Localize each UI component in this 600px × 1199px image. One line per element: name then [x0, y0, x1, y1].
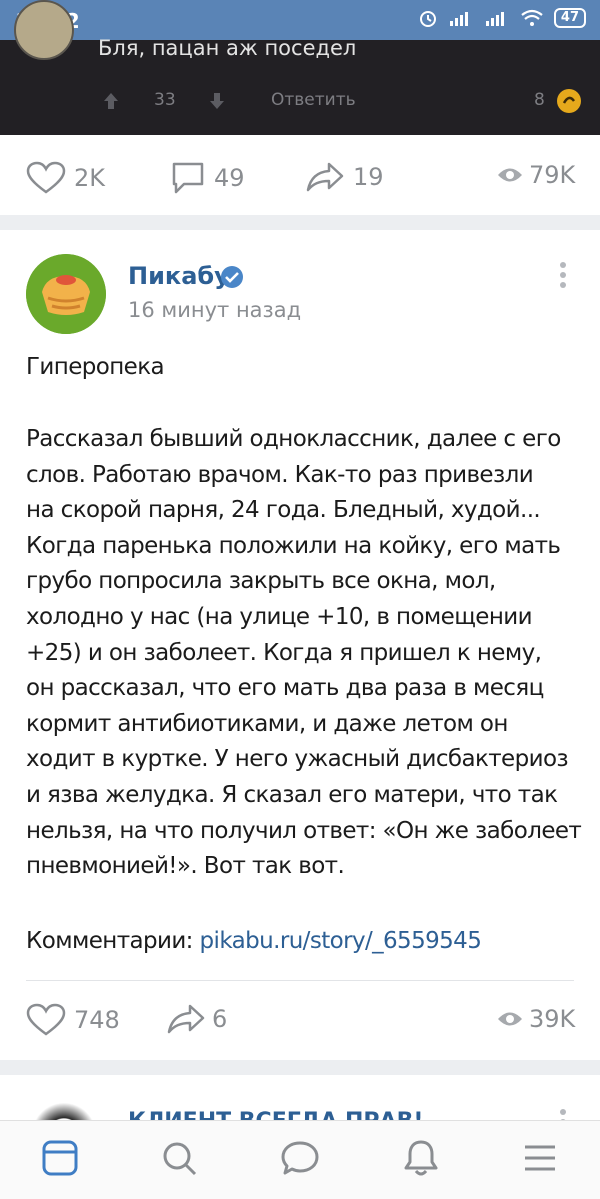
share-count: 19 [353, 163, 384, 191]
menu-icon [525, 1145, 556, 1170]
post-line: на скорой парня, 24 года. Бледный, худой… [26, 497, 541, 524]
dot-icon [560, 262, 566, 268]
wifi-icon [521, 9, 543, 26]
views-count: 79K [529, 161, 576, 189]
pikabu-logo-icon [26, 254, 106, 334]
arrow-down-icon [210, 93, 224, 109]
post-line: и язва желудка. Я сказал его матери, что… [26, 781, 558, 808]
nav-news[interactable] [41, 1139, 79, 1182]
comments-link[interactable]: pikabu.ru/story/_6559545 [200, 928, 482, 954]
post-title: Гиперопека [26, 354, 165, 380]
dot-icon [560, 272, 566, 278]
post-line: Рассказал бывший одноклассник, далее с е… [26, 426, 561, 452]
bottom-navigation [0, 1120, 600, 1199]
dot-icon [560, 282, 566, 288]
status-bar: 20:02 47 [0, 0, 600, 40]
pikabu-award-icon [557, 89, 581, 113]
more-options-button[interactable] [560, 262, 568, 292]
post-line: нельзя, на что получил ответ: «Он же заб… [26, 817, 582, 844]
previous-post-footer: 2K 49 19 79K [0, 135, 600, 215]
comment-count: 49 [214, 164, 245, 192]
divider [26, 980, 574, 981]
comments-button[interactable]: 49 [170, 161, 245, 195]
post-line: +25) и он заболеет. Когда я пришел к нем… [26, 639, 542, 666]
nav-messages[interactable] [280, 1139, 320, 1182]
heart-icon [26, 1003, 66, 1036]
battery-indicator: 47 [553, 8, 586, 28]
post-time: 16 минут назад [128, 298, 302, 322]
upvote-button[interactable] [100, 90, 122, 112]
messages-icon [281, 1141, 319, 1174]
avatar[interactable] [26, 254, 106, 334]
comments-label: Комментарии: [26, 928, 193, 954]
eye-icon [498, 1012, 522, 1026]
alarm-icon [419, 11, 436, 27]
post-line: он рассказал, что его мать два раза в ме… [26, 675, 544, 702]
post-line: пневмонией!». Вот так вот. [26, 853, 345, 880]
post-line: ходит в куртке. У него ужасный дисбактер… [26, 746, 569, 773]
signal-icon [449, 12, 468, 26]
comment-card: Бля, пацан аж поседел 33 Ответить 8 [0, 0, 600, 135]
post-line: слов. Работаю врачом. Как-то раз привезл… [26, 461, 534, 488]
nav-menu[interactable] [521, 1142, 559, 1179]
post-line: Когда паренька положили на койку, его ма… [26, 532, 561, 559]
share-count: 6 [212, 1005, 228, 1033]
nav-search[interactable] [160, 1139, 198, 1182]
comment-icon [172, 162, 204, 194]
heart-icon [26, 161, 66, 194]
dot-icon [560, 1109, 566, 1115]
arrow-up-icon [104, 93, 118, 109]
post-line: холодно у нас (на улице +10, в помещении [26, 603, 533, 630]
post-line: кормит антибиотиками, и даже летом он [26, 710, 508, 737]
like-count: 2K [74, 164, 106, 192]
views: 79K [497, 161, 575, 189]
reply-button[interactable]: Ответить [271, 90, 356, 110]
like-button[interactable]: 2K [26, 161, 105, 195]
news-icon [42, 1140, 78, 1175]
avatar [14, 0, 74, 60]
downvote-button[interactable] [206, 90, 228, 112]
comments-row: Комментарии: pikabu.ru/story/_6559545 [26, 924, 586, 960]
comment-text: Бля, пацан аж поседел [98, 36, 357, 60]
like-button[interactable]: 748 [26, 1003, 120, 1037]
post-author[interactable]: Пикабу [128, 262, 230, 290]
signal-icon-2 [485, 12, 504, 26]
nav-notifications[interactable] [402, 1138, 440, 1183]
award-count: 8 [534, 90, 545, 110]
post-body: Рассказал бывший одноклассник, далее с е… [26, 422, 586, 885]
views-count: 39K [529, 1005, 576, 1033]
share-button[interactable]: 19 [305, 161, 384, 193]
comment-score: 33 [154, 90, 176, 110]
award-badge[interactable] [556, 88, 582, 114]
like-count: 748 [74, 1006, 120, 1034]
share-icon [167, 1004, 205, 1034]
notifications-icon [404, 1140, 438, 1175]
post-line: грубо попросила закрыть все окна, мол, [26, 568, 496, 595]
views: 39K [497, 1005, 575, 1033]
search-icon [163, 1142, 197, 1175]
share-button[interactable]: 6 [166, 1003, 227, 1035]
share-icon [306, 162, 344, 192]
verified-icon [221, 266, 243, 288]
eye-icon [498, 168, 522, 182]
